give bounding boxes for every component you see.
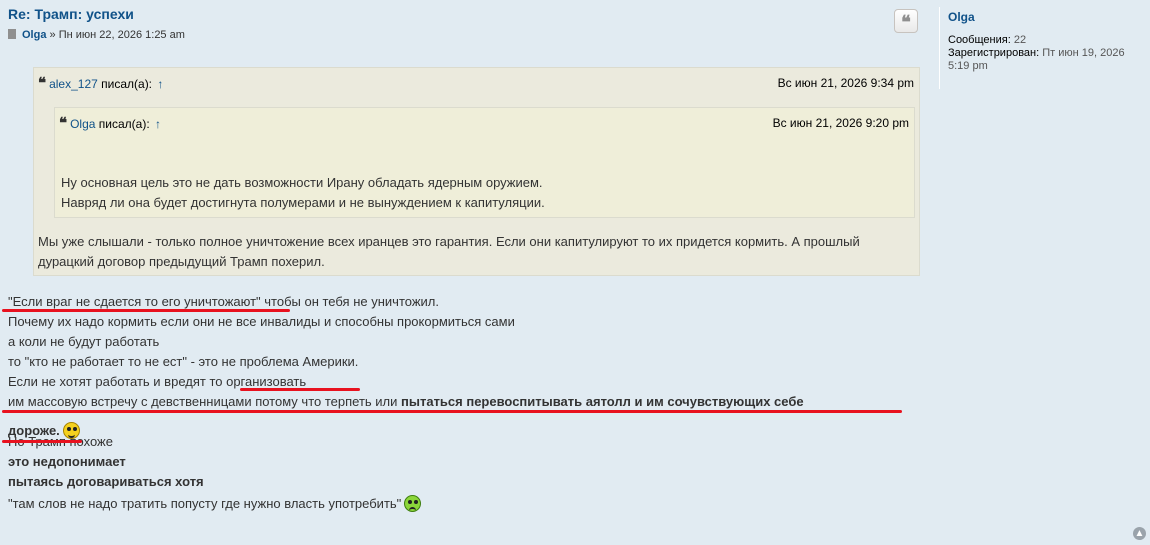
red-underline: [2, 309, 290, 312]
posts-count[interactable]: 22: [1014, 34, 1026, 46]
post-body: "Если враг не сдается то его уничтожают"…: [8, 292, 908, 514]
quote-outer: ❝ alex_127 писал(а): ↑ Вс июн 21, 2026 9:…: [33, 67, 920, 276]
quote-icon: ❝: [38, 74, 47, 92]
post-author-link[interactable]: Olga: [22, 29, 46, 41]
laughing-smiley-icon: [62, 422, 80, 439]
quote-inner-text: Ну основная цель это не дать возможности…: [61, 173, 545, 213]
author-profile: Olga Сообщения: 22 Зарегистрирован: Пт и…: [939, 7, 1150, 89]
profile-username[interactable]: Olga: [948, 10, 975, 24]
body-line: а коли не будут работать: [8, 334, 160, 349]
body-line: Если не хотят работать и вредят то орган…: [8, 374, 307, 389]
red-underline: [2, 410, 902, 413]
body-bold-run: пытаться перевоспитывать аятолл и им соч…: [401, 394, 804, 409]
quote-outer-wrote: писал(а):: [101, 77, 153, 91]
quote-inner-wrote: писал(а):: [98, 117, 150, 131]
quote-button[interactable]: ❝: [894, 9, 918, 33]
quote-inner-date: Вс июн 21, 2026 9:20 pm: [772, 116, 909, 130]
post-datetime: Пн июн 22, 2026 1:25 am: [58, 29, 185, 41]
quote-outer-date: Вс июн 21, 2026 9:34 pm: [777, 76, 914, 90]
back-to-top-icon[interactable]: ▲: [1133, 527, 1146, 540]
body-line: Почему их надо кормить если они не все и…: [8, 314, 515, 329]
quote-outer-jump-arrow[interactable]: ↑: [157, 77, 163, 91]
quote-outer-cite: ❝ alex_127 писал(а): ↑: [38, 74, 163, 92]
body-line: Но Трамп похоже: [8, 434, 113, 449]
quote-inner-user[interactable]: Olga: [70, 117, 95, 131]
profile-registered: Зарегистрирован: Пт июн 19, 2026 5:19 pm: [948, 47, 1148, 73]
sick-smiley-icon: [404, 495, 422, 512]
body-line: то "кто не работает то не ест" - это не …: [8, 354, 359, 369]
quote-inner-line: Навряд ли она будет достигнута полумерам…: [61, 195, 545, 210]
red-underline: [240, 388, 360, 391]
post-meta: Olga » Пн июн 22, 2026 1:25 am: [8, 29, 185, 41]
quote-inner-jump-arrow[interactable]: ↑: [155, 117, 161, 131]
body-text-run: "там слов не надо тратить попусту где ну…: [8, 496, 402, 511]
meta-separator: »: [49, 29, 56, 41]
quote-outer-user[interactable]: alex_127: [49, 77, 98, 91]
registered-label: Зарегистрирован:: [948, 47, 1040, 59]
quote-icon: ❝: [59, 114, 68, 132]
body-line: пытаясь договариваться хотя: [8, 474, 204, 489]
body-text-run: им массовую встречу с девственницами пот…: [8, 394, 402, 409]
body-line: это недопонимает: [8, 454, 126, 469]
post: Re: Трамп: успехи Olga » Пн июн 22, 2026…: [0, 0, 1150, 545]
quote-outer-line: дурацкий договор предыдущий Трамп похери…: [38, 254, 325, 269]
quote-outer-text: Мы уже слышали - только полное уничтожен…: [38, 232, 860, 272]
red-underline: [2, 440, 82, 443]
posts-label: Сообщения:: [948, 34, 1011, 46]
body-line: "там слов не надо тратить попусту где ну…: [8, 494, 908, 514]
quote-inner-cite: ❝ Olga писал(а): ↑: [59, 114, 161, 132]
quote-inner-line: Ну основная цель это не дать возможности…: [61, 175, 543, 190]
quote-outer-line: Мы уже слышали - только полное уничтожен…: [38, 234, 860, 249]
body-line: им массовую встречу с девственницами пот…: [8, 392, 908, 412]
profile-posts: Сообщения: 22: [948, 34, 1148, 47]
quote-icon: ❝: [901, 12, 911, 33]
post-title[interactable]: Re: Трамп: успехи: [8, 6, 134, 22]
post-icon: [8, 29, 16, 39]
quote-inner: ❝ Olga писал(а): ↑ Вс июн 21, 2026 9:20 p…: [54, 107, 915, 218]
